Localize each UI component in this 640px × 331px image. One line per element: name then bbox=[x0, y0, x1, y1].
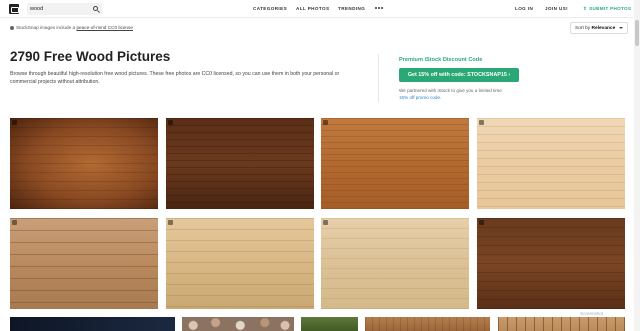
search-icon[interactable] bbox=[93, 6, 98, 11]
sort-dropdown[interactable]: Sort by Relevance bbox=[570, 22, 628, 34]
photo-tile[interactable] bbox=[321, 218, 469, 309]
photo-tile[interactable] bbox=[477, 218, 625, 309]
login-link[interactable]: LOG IN bbox=[515, 6, 533, 11]
submit-photos-label: SUBMIT PHOTOS bbox=[589, 6, 632, 11]
promo-title: Premium iStock Discount Code bbox=[399, 57, 483, 63]
photo-tile[interactable] bbox=[10, 118, 158, 209]
stocksnap-logo-icon[interactable] bbox=[9, 4, 19, 14]
photo-tile[interactable] bbox=[166, 218, 314, 309]
nav-categories[interactable]: CATEGORIES bbox=[253, 6, 287, 11]
promo-divider bbox=[378, 54, 379, 102]
photo-badge-icon bbox=[168, 120, 173, 125]
photo-tile[interactable] bbox=[10, 218, 158, 309]
scrollbar-thumb[interactable] bbox=[635, 20, 639, 46]
info-icon bbox=[10, 25, 14, 30]
photo-tile[interactable] bbox=[10, 317, 175, 331]
promo-code-button[interactable]: Get 15% off with code: STOCKSNAP15 › bbox=[399, 68, 519, 82]
photo-badge-icon bbox=[323, 120, 328, 125]
photo-tile[interactable] bbox=[498, 317, 625, 331]
page-title: 2790 Free Wood Pictures bbox=[10, 49, 171, 64]
more-options-icon[interactable] bbox=[375, 7, 383, 10]
license-notice-text: StockSnap images include a bbox=[16, 25, 77, 30]
sort-value: Relevance bbox=[591, 26, 616, 31]
search-box[interactable] bbox=[27, 3, 102, 15]
photo-badge-icon bbox=[479, 220, 484, 225]
top-header: CATEGORIES ALL PHOTOS TRENDING LOG IN JO… bbox=[0, 0, 640, 18]
photo-tile[interactable] bbox=[166, 118, 314, 209]
photo-tile[interactable] bbox=[477, 118, 625, 209]
license-link[interactable]: peace-of-mind CC0 license bbox=[76, 25, 133, 30]
search-input[interactable] bbox=[30, 4, 88, 14]
chevron-down-icon bbox=[619, 27, 623, 29]
nav-trending[interactable]: TRENDING bbox=[338, 6, 365, 11]
photo-badge-icon bbox=[12, 220, 17, 225]
nav-all-photos[interactable]: ALL PHOTOS bbox=[296, 6, 329, 11]
photo-tile[interactable] bbox=[301, 317, 358, 331]
license-notice: StockSnap images include a peace-of-mind… bbox=[10, 25, 133, 30]
join-link[interactable]: JOIN US! bbox=[545, 6, 568, 11]
photo-badge-icon bbox=[479, 120, 484, 125]
upload-arrow-icon: ⇧ bbox=[583, 6, 588, 11]
page-description: Browse through beautiful high-resolution… bbox=[10, 71, 340, 85]
photo-tile[interactable] bbox=[365, 317, 490, 331]
promo-text: We partnered with iStock to give you a l… bbox=[399, 88, 509, 101]
promo-link[interactable]: 15% off promo code. bbox=[399, 95, 441, 100]
page-scrollbar[interactable] bbox=[634, 0, 640, 331]
photo-tile[interactable] bbox=[182, 317, 294, 331]
screenshot-watermark: Screenshot bbox=[580, 311, 604, 316]
photo-badge-icon bbox=[323, 220, 328, 225]
submit-photos-button[interactable]: ⇧ SUBMIT PHOTOS bbox=[583, 6, 631, 12]
promo-text-body: We partnered with iStock to give you a l… bbox=[399, 88, 502, 93]
sort-label: Sort by bbox=[575, 26, 592, 31]
photo-tile[interactable] bbox=[321, 118, 469, 209]
photo-badge-icon bbox=[168, 220, 173, 225]
photo-badge-icon bbox=[12, 120, 17, 125]
